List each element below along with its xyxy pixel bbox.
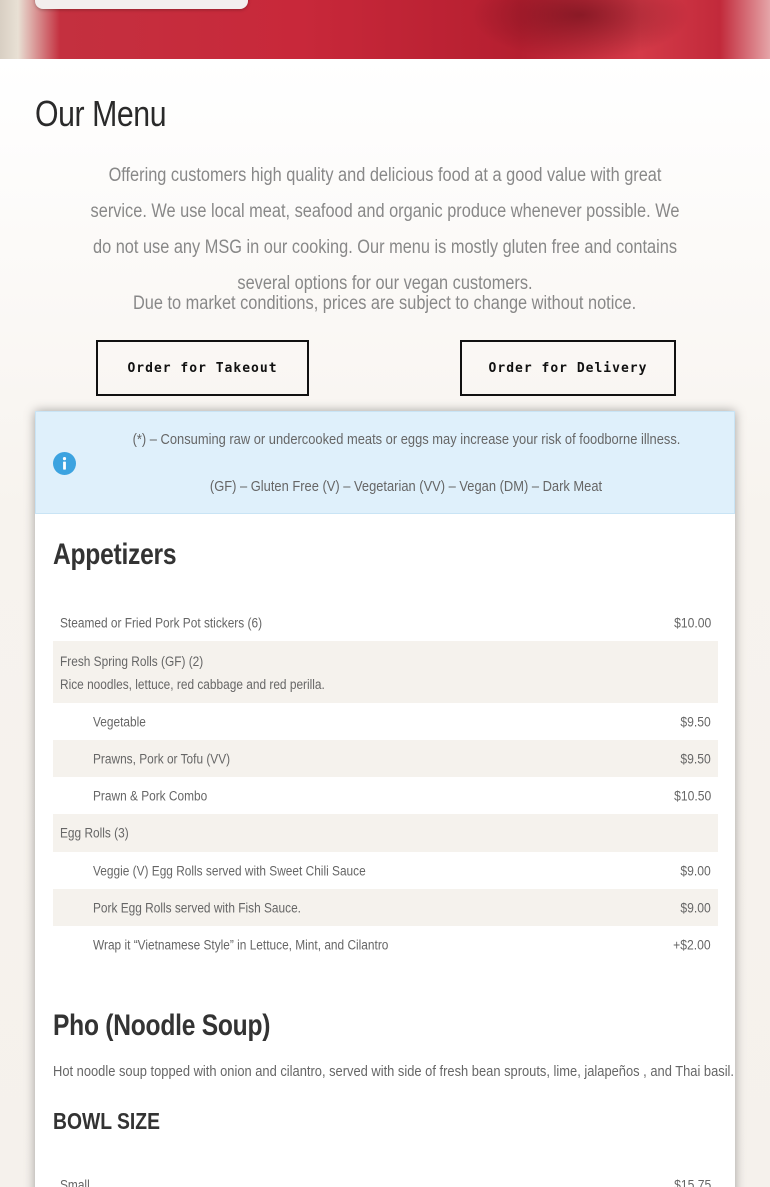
item-name: Small — [60, 1177, 90, 1187]
item-price: $15.75 — [673, 1177, 711, 1187]
item-name: Prawns, Pork or Tofu (VV) — [93, 751, 231, 766]
item-price: $10.00 — [673, 615, 711, 630]
menu-row: Small $15.75 — [53, 1166, 718, 1187]
item-name-with-desc: Fresh Spring Rolls (GF) (2) Rice noodles… — [60, 650, 325, 696]
item-price: $9.00 — [680, 900, 711, 915]
menu-row: Prawn & Pork Combo $10.50 — [53, 777, 718, 814]
hero-card — [35, 0, 248, 9]
item-name: Vegetable — [93, 714, 146, 729]
item-price: $9.00 — [680, 863, 711, 878]
item-price: $9.50 — [680, 714, 711, 729]
order-takeout-button[interactable]: Order for Takeout — [96, 340, 309, 396]
menu-row: Wrap it “Vietnamese Style” in Lettuce, M… — [53, 926, 718, 963]
price-notice-text: Due to market conditions, prices are sub… — [133, 293, 637, 314]
alert-line-raw-meat: (*) – Consuming raw or undercooked meats… — [132, 431, 680, 448]
menu-row: Veggie (V) Egg Rolls served with Sweet C… — [53, 852, 718, 889]
menu-row: Pork Egg Rolls served with Fish Sauce. $… — [53, 889, 718, 926]
item-name: Pork Egg Rolls served with Fish Sauce. — [93, 900, 301, 915]
item-price: $10.50 — [673, 788, 711, 803]
item-price: +$2.00 — [673, 937, 711, 952]
info-alert: (*) – Consuming raw or undercooked meats… — [35, 411, 735, 514]
item-name: Wrap it “Vietnamese Style” in Lettuce, M… — [93, 937, 389, 952]
page-title: Our Menu — [35, 93, 167, 134]
hero-image-shading — [470, 0, 690, 59]
pho-description: Hot noodle soup topped with onion and ci… — [53, 1063, 735, 1080]
section-title-appetizers: Appetizers — [53, 538, 177, 571]
hero-banner — [0, 0, 770, 59]
item-name: Egg Rolls (3) — [60, 825, 129, 841]
alert-line-legend: (GF) – Gluten Free (V) – Vegetarian (VV)… — [209, 478, 603, 495]
menu-row: Prawns, Pork or Tofu (VV) $9.50 — [53, 740, 718, 777]
menu-row: Vegetable $9.50 — [53, 703, 718, 740]
item-price: $9.50 — [680, 751, 711, 766]
menu-panel: (*) – Consuming raw or undercooked meats… — [35, 411, 735, 1187]
item-description: Rice noodles, lettuce, red cabbage and r… — [60, 677, 325, 692]
order-delivery-button[interactable]: Order for Delivery — [460, 340, 676, 396]
bowl-size-heading: BOWL SIZE — [53, 1108, 160, 1134]
menu-intro: Offering customers high quality and deli… — [35, 158, 735, 302]
menu-row: Egg Rolls (3) — [53, 814, 718, 852]
menu-row: Fresh Spring Rolls (GF) (2) Rice noodles… — [53, 641, 718, 703]
item-name: Steamed or Fried Pork Pot stickers (6) — [60, 615, 263, 630]
section-title-pho: Pho (Noodle Soup) — [53, 1009, 271, 1042]
info-icon — [53, 452, 76, 475]
menu-row: Steamed or Fried Pork Pot stickers (6) $… — [53, 604, 718, 641]
item-name: Fresh Spring Rolls (GF) (2) — [60, 654, 204, 669]
price-notice: Due to market conditions, prices are sub… — [35, 286, 735, 322]
menu-intro-text: Offering customers high quality and deli… — [90, 165, 680, 294]
item-name: Veggie (V) Egg Rolls served with Sweet C… — [93, 863, 366, 878]
item-name: Prawn & Pork Combo — [93, 788, 208, 803]
